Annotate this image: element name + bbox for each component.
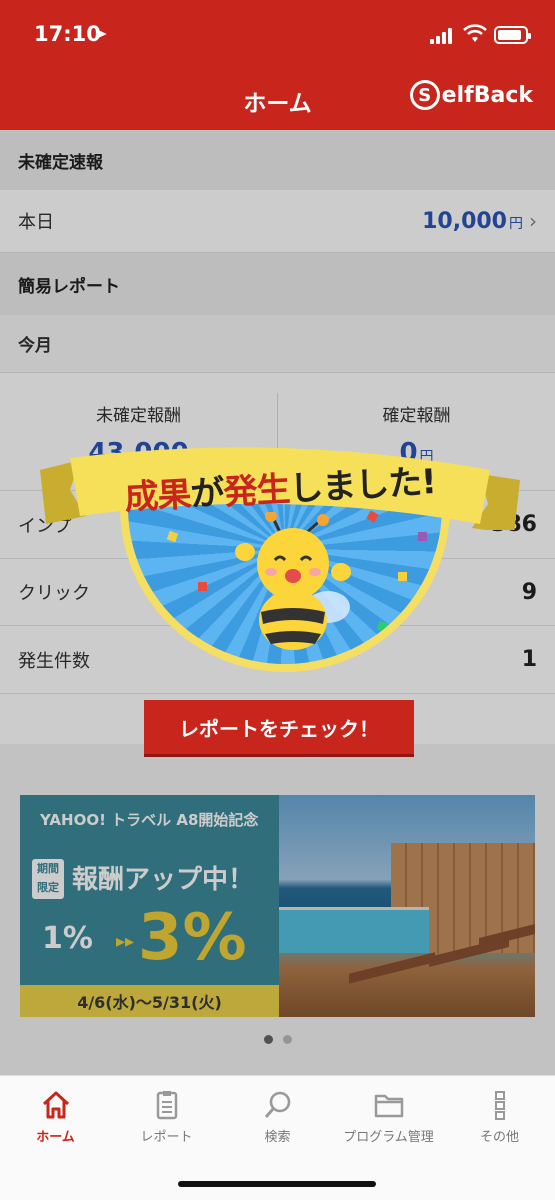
status-bar: 17:10 ➤	[0, 0, 555, 70]
tab-label: その他	[479, 1130, 519, 1145]
tab-report[interactable]: レポート	[111, 1090, 222, 1145]
confetti	[376, 620, 389, 633]
selfback-text: elfBack	[441, 82, 533, 108]
report-icon	[156, 1091, 177, 1120]
status-time: 17:10	[34, 22, 101, 46]
check-report-button[interactable]: レポートをチェック！	[144, 700, 414, 754]
conversion-popup: 成果が発生しました! レポートをチェック！	[40, 440, 520, 760]
confetti	[166, 530, 179, 543]
home-icon	[42, 1091, 69, 1119]
confetti	[198, 582, 207, 591]
location-arrow-icon: ➤	[94, 24, 108, 43]
tab-label: レポート	[140, 1130, 193, 1145]
title-black-1: が	[189, 472, 225, 515]
title-red-2: 発生	[222, 469, 291, 513]
top-bar: 17:10 ➤ ホーム S elfBack	[0, 0, 555, 130]
home-indicator	[178, 1181, 376, 1187]
tab-search[interactable]: 検索	[222, 1090, 333, 1145]
bee-mascot	[235, 512, 351, 650]
tab-home[interactable]: ホーム	[0, 1090, 111, 1145]
wifi-icon	[463, 24, 487, 42]
tab-program-management[interactable]: プログラム管理	[333, 1090, 444, 1145]
confetti	[398, 572, 407, 581]
tab-other[interactable]: その他	[444, 1090, 555, 1145]
tab-label: プログラム管理	[343, 1130, 434, 1145]
title-black-2: しました!	[288, 461, 437, 510]
battery-icon	[494, 26, 531, 44]
confetti	[418, 532, 427, 541]
title-red-1: 成果	[123, 474, 192, 519]
confetti	[186, 640, 199, 653]
tab-label: ホーム	[36, 1130, 75, 1145]
folder-icon	[374, 1094, 403, 1118]
more-icon	[494, 1091, 505, 1120]
signal-icon	[430, 28, 456, 44]
selfback-logo[interactable]: S elfBack	[409, 80, 533, 110]
selfback-badge: S	[409, 80, 440, 110]
confetti	[156, 610, 169, 623]
tab-label: 検索	[264, 1130, 291, 1145]
search-icon	[264, 1091, 290, 1118]
